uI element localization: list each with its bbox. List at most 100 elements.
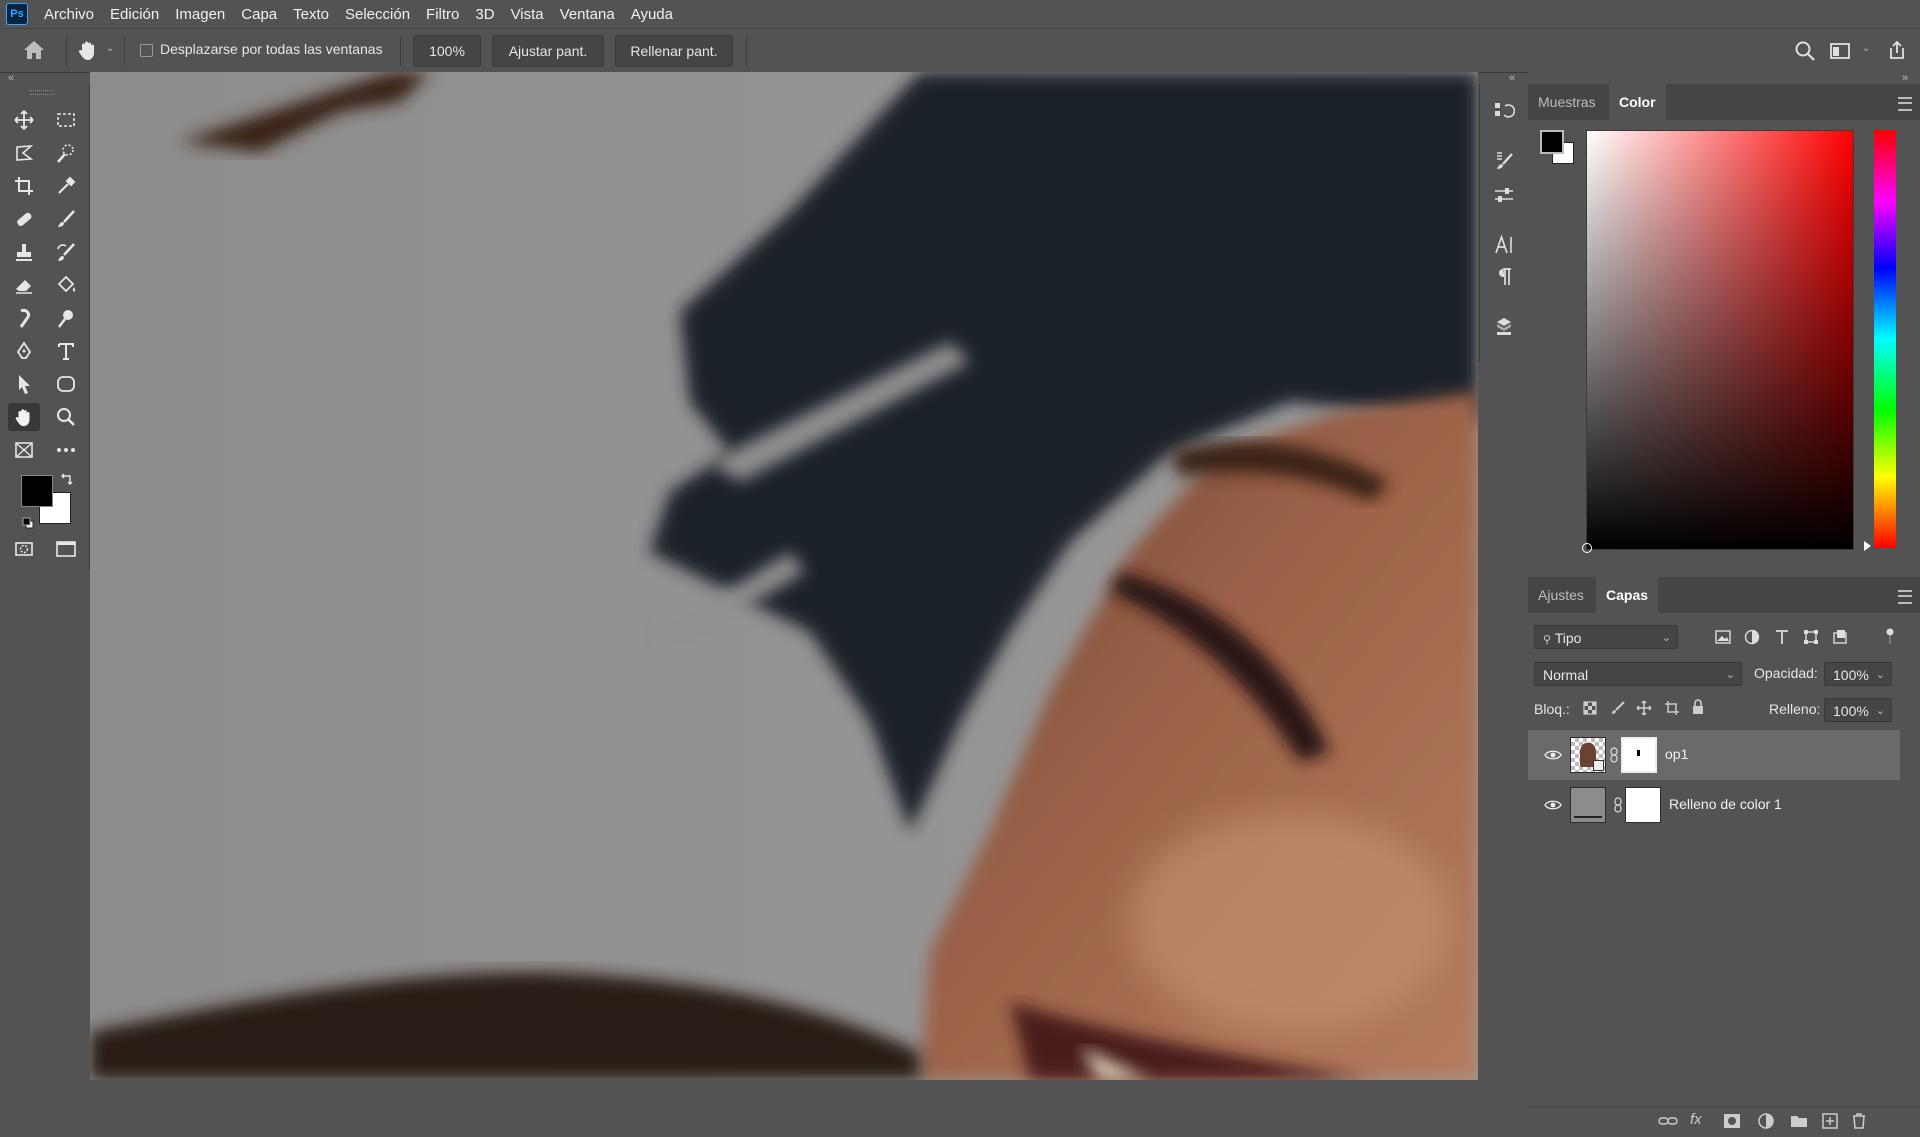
visibility-eye-icon[interactable] — [1544, 748, 1562, 760]
paint-bucket-icon[interactable] — [50, 271, 82, 299]
move-tool-icon[interactable] — [8, 106, 40, 134]
scroll-all-checkbox[interactable] — [140, 44, 153, 57]
zoom-level-field[interactable]: 100% — [413, 35, 481, 67]
opacity-chevron-icon[interactable]: ⌄ — [1876, 663, 1885, 687]
panel-grip[interactable] — [30, 90, 54, 95]
toolbar-collapse-icon[interactable]: « — [8, 72, 14, 84]
share-icon[interactable] — [1886, 39, 1908, 61]
lock-pixels-icon[interactable] — [1610, 700, 1626, 716]
fill-chevron-icon[interactable]: ⌄ — [1876, 699, 1885, 723]
new-group-icon[interactable] — [1790, 1113, 1808, 1129]
menu-ventana[interactable]: Ventana — [552, 6, 623, 23]
hand-tool-button-icon[interactable] — [8, 403, 40, 431]
filter-smart-object-icon[interactable] — [1831, 628, 1849, 646]
layer-thumbnail[interactable] — [1570, 737, 1606, 773]
dodge-tool-icon[interactable] — [50, 304, 82, 332]
smudge-tool-icon[interactable] — [8, 304, 40, 332]
brush-tool-icon[interactable] — [50, 205, 82, 233]
type-tool-icon[interactable] — [50, 337, 82, 365]
panel-fg-swatch[interactable] — [1540, 130, 1564, 154]
menu-3d[interactable]: 3D — [467, 6, 502, 23]
fill-layer-thumbnail[interactable] — [1570, 787, 1606, 823]
pen-tool-icon[interactable] — [8, 337, 40, 365]
tab-muestras[interactable]: Muestras — [1528, 84, 1606, 120]
fill-field[interactable]: 100% ⌄ — [1824, 698, 1892, 722]
lock-position-icon[interactable] — [1636, 700, 1652, 716]
foreground-color-swatch[interactable] — [21, 475, 53, 507]
tool-preset-chevron-icon[interactable]: ⌄ — [106, 43, 114, 54]
layer-row-op1[interactable]: op1 — [1528, 730, 1900, 780]
healing-brush-icon[interactable] — [8, 205, 40, 233]
layer-row-relleno[interactable]: Relleno de color 1 — [1528, 780, 1900, 830]
opacity-field[interactable]: 100% ⌄ — [1824, 662, 1892, 686]
lasso-tool-icon[interactable] — [8, 139, 40, 167]
filter-type-icon[interactable] — [1773, 628, 1791, 646]
menu-edicion[interactable]: Edición — [102, 6, 167, 23]
zoom-tool-icon[interactable] — [50, 403, 82, 431]
layer-mask-thumbnail[interactable] — [1621, 737, 1657, 773]
hue-slider[interactable] — [1874, 130, 1896, 548]
link-chain-icon[interactable] — [1610, 747, 1618, 763]
eyedropper-icon[interactable] — [50, 172, 82, 200]
search-icon[interactable] — [1794, 40, 1816, 62]
new-layer-icon[interactable] — [1821, 1112, 1839, 1130]
menu-vista[interactable]: Vista — [503, 6, 552, 23]
layer-filter-select[interactable]: ⚲ Tipo ⌄ — [1534, 625, 1678, 649]
photoshop-logo[interactable]: Ps — [6, 3, 28, 25]
link-chain-icon[interactable] — [1614, 797, 1622, 813]
menu-texto[interactable]: Texto — [285, 6, 337, 23]
character-panel-icon[interactable] — [1493, 234, 1515, 256]
blend-mode-select[interactable]: Normal ⌄ — [1534, 662, 1742, 686]
filter-pixel-icon[interactable] — [1714, 628, 1732, 646]
eraser-tool-icon[interactable] — [8, 271, 40, 299]
shape-tool-icon[interactable] — [50, 370, 82, 398]
filter-toggle-icon[interactable] — [1886, 628, 1894, 644]
delete-layer-icon[interactable] — [1851, 1112, 1867, 1130]
lock-transparent-icon[interactable] — [1582, 700, 1598, 716]
paragraph-panel-icon[interactable] — [1493, 266, 1515, 288]
3d-panel-icon[interactable] — [1493, 316, 1515, 338]
clone-stamp-icon[interactable] — [8, 238, 40, 266]
history-brush-icon[interactable] — [50, 238, 82, 266]
visibility-eye-icon[interactable] — [1544, 798, 1562, 810]
adjustments-sliders-icon[interactable] — [1493, 184, 1515, 206]
layer-name[interactable]: Relleno de color 1 — [1669, 796, 1782, 812]
color-field[interactable] — [1586, 130, 1854, 550]
workspace-chevron-icon[interactable]: ⌄ — [1862, 43, 1870, 54]
layers-panel-menu-icon[interactable] — [1898, 590, 1912, 604]
menu-seleccion[interactable]: Selección — [337, 6, 418, 23]
tab-color[interactable]: Color — [1609, 84, 1666, 120]
menu-capa[interactable]: Capa — [233, 6, 285, 23]
swap-colors-icon[interactable] — [60, 472, 74, 486]
fill-layer-mask-thumbnail[interactable] — [1625, 787, 1661, 823]
fill-screen-button[interactable]: Rellenar pant. — [615, 35, 733, 67]
menu-imagen[interactable]: Imagen — [167, 6, 233, 23]
menu-ayuda[interactable]: Ayuda — [623, 6, 681, 23]
fx-icon[interactable]: fx — [1690, 1111, 1702, 1128]
frame-tool-icon[interactable] — [8, 436, 40, 464]
hand-tool-icon[interactable] — [76, 38, 100, 62]
collapse-left-icon[interactable]: « — [1509, 72, 1515, 84]
link-layers-icon[interactable] — [1658, 1113, 1678, 1129]
filter-adjustment-icon[interactable] — [1743, 628, 1761, 646]
layer-name[interactable]: op1 — [1665, 746, 1688, 762]
brush-settings-icon[interactable] — [1493, 150, 1515, 172]
new-adjustment-layer-icon[interactable] — [1757, 1112, 1775, 1130]
rectangular-marquee-icon[interactable] — [50, 106, 82, 134]
path-selection-icon[interactable] — [8, 370, 40, 398]
menu-filtro[interactable]: Filtro — [418, 6, 467, 23]
fit-screen-button[interactable]: Ajustar pant. — [492, 35, 604, 67]
tab-capas[interactable]: Capas — [1596, 577, 1659, 613]
collapse-right-icon[interactable]: » — [1902, 72, 1908, 84]
quick-mask-icon[interactable] — [8, 535, 40, 563]
color-panel-menu-icon[interactable] — [1898, 97, 1912, 111]
crop-tool-icon[interactable] — [8, 172, 40, 200]
add-mask-icon[interactable] — [1723, 1113, 1741, 1129]
home-icon[interactable] — [22, 39, 46, 61]
default-colors-icon[interactable] — [22, 516, 34, 529]
workspace-icon[interactable] — [1829, 41, 1851, 61]
quick-selection-icon[interactable] — [50, 139, 82, 167]
lock-artboard-icon[interactable] — [1664, 700, 1680, 716]
more-tools-icon[interactable] — [50, 436, 82, 464]
document-canvas[interactable] — [90, 72, 1478, 1080]
